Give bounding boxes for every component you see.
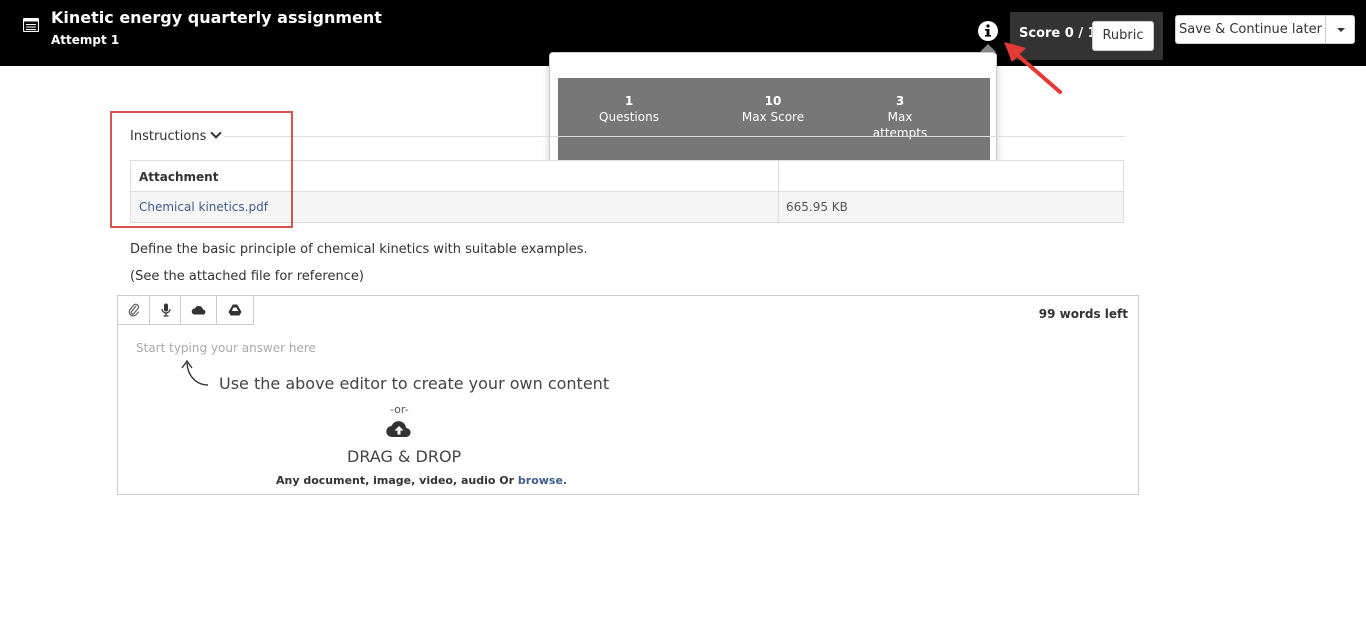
section-divider [224,136,1125,137]
annotation-arrow [1004,42,1062,94]
answer-editor[interactable]: 99 words left Start typing your answer h… [117,295,1139,495]
save-options-dropdown[interactable] [1325,15,1355,44]
browse-link[interactable]: browse. [518,474,567,487]
stat-questions: 1 Questions [595,93,663,125]
record-audio-button[interactable] [150,296,181,325]
question-reference: (See the attached file for reference) [130,269,364,284]
stat-label: Max Score [741,110,805,124]
attempt-label: Attempt 1 [51,33,120,47]
microphone-icon [161,303,171,317]
google-drive-icon [228,304,242,316]
stat-max-attempts: 3 Max attempts [868,93,932,141]
question-text: Define the basic principle of chemical k… [130,242,588,257]
column-separator [778,161,779,222]
editor-hint: Use the above editor to create your own … [219,374,610,393]
google-drive-button[interactable] [217,296,254,325]
curved-arrow-icon [181,359,209,386]
popover-arrow [980,44,996,52]
save-continue-button[interactable]: Save & Continue later [1175,15,1326,44]
drag-drop-subtitle: Any document, image, video, audio Or bro… [276,474,567,487]
paperclip-icon [128,303,140,317]
drag-drop-title: DRAG & DROP [347,447,462,466]
annotation-highlight-box [110,111,293,228]
stat-value: 3 [895,94,905,108]
stat-label: Questions [599,110,659,124]
attachment-size: 665.95 KB [786,200,848,214]
info-icon[interactable] [977,20,999,42]
rubric-button[interactable]: Rubric [1092,21,1154,51]
attach-file-button[interactable] [118,296,150,325]
assignment-stats: 1 Questions 10 Max Score 3 Max attempts [558,78,990,164]
answer-placeholder[interactable]: Start typing your answer here [136,341,316,355]
onedrive-icon [191,305,206,315]
onedrive-button[interactable] [181,296,217,325]
stat-value: 10 [764,94,782,108]
assignment-title: Kinetic energy quarterly assignment [51,8,382,27]
or-separator: -or- [390,403,409,416]
assignment-icon [23,18,39,32]
cloud-upload-icon [386,421,411,438]
stat-max-score: 10 Max Score [738,93,808,125]
drag-drop-description: Any document, image, video, audio Or [276,474,515,487]
caret-down-icon [1337,28,1345,32]
stat-value: 1 [624,94,634,108]
words-left-counter: 99 words left [1038,307,1128,321]
